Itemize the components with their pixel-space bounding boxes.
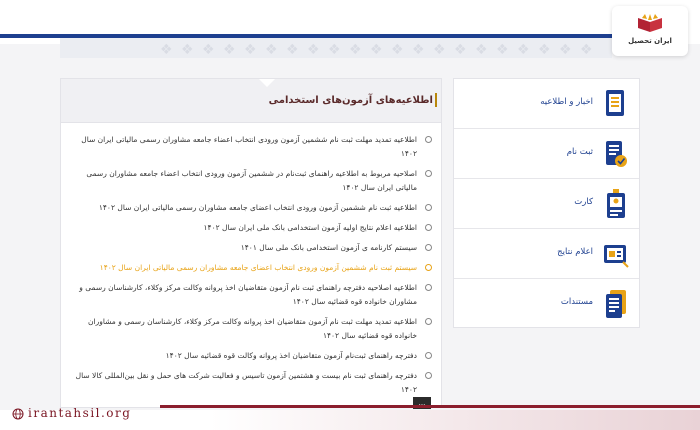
news-item[interactable]: اطلاعیه تمدید مهلت ثبت نام ششمین آزمون و… [61, 133, 441, 161]
news-item-text[interactable]: اطلاعیه ثبت نام ششمین آزمون ورودی انتخاب… [99, 203, 417, 212]
book-logo-icon [638, 14, 662, 32]
bullet-icon [425, 372, 432, 379]
news-item[interactable]: اطلاعیه ثبت نام ششمین آزمون ورودی انتخاب… [61, 201, 441, 215]
logo-text: ایران تحصیل [628, 37, 672, 45]
news-item[interactable]: دفترچه راهنمای ثبت نام بیست و هشتمین آزم… [61, 369, 441, 397]
id-card-icon [607, 189, 625, 218]
news-list: اطلاعیه تمدید مهلت ثبت نام ششمین آزمون و… [61, 133, 441, 403]
bullet-icon [425, 264, 432, 271]
news-item[interactable]: اطلاعیه تمدید مهلت ثبت نام آزمون متقاضیا… [61, 315, 441, 343]
sidebar-item-register[interactable]: ثبت نام [454, 129, 639, 179]
sidebar-item-label: کارت [574, 197, 593, 207]
news-item-text[interactable]: اصلاحیه مربوط به اطلاعیه راهنمای ثبت‌نام… [86, 169, 417, 192]
announcements-panel: اطلاعیه‌های آزمون‌های استخدامی اطلاعیه ت… [60, 78, 442, 409]
sidebar-item-label: مستندات [560, 297, 593, 307]
bullet-icon [425, 352, 432, 359]
news-icon [606, 90, 624, 116]
news-item[interactable]: اصلاحیه مربوط به اطلاعیه راهنمای ثبت‌نام… [61, 167, 441, 195]
banner-pattern: ❖ ❖ ❖ ❖ ❖ ❖ ❖ ❖ ❖ ❖ ❖ ❖ ❖ ❖ ❖ ❖ ❖ ❖ ❖ ❖ … [160, 42, 595, 58]
news-item-text[interactable]: اطلاعیه اصلاحیه دفترچه راهنمای ثبت نام آ… [79, 283, 417, 306]
site-logo[interactable]: ایران تحصیل [612, 6, 688, 56]
panel-header: اطلاعیه‌های آزمون‌های استخدامی [61, 79, 441, 123]
globe-icon [12, 408, 24, 419]
page-title: اطلاعیه‌های آزمون‌های استخدامی [268, 95, 433, 106]
brand-text: irantahsil.org [28, 406, 132, 420]
bullet-icon [425, 244, 432, 251]
header-notch [259, 79, 275, 87]
news-item-text[interactable]: دفترچه راهنمای ثبت‌نام آزمون متقاضیان اخ… [166, 351, 417, 360]
sidebar-item-documents[interactable]: مستندات [454, 279, 639, 329]
news-item-text[interactable]: سیستم کارنامه ی آزمون استخدامی بانک ملی … [241, 243, 417, 252]
sidebar-item-label: اخبار و اطلاعیه [540, 97, 593, 107]
news-item[interactable]: اطلاعیه اعلام نتایج اولیه آزمون استخدامی… [61, 221, 441, 235]
sidebar: اخبار و اطلاعیه ثبت نام کارت اعلام نتایج… [453, 78, 640, 328]
brand-watermark: irantahsil.org [12, 406, 131, 424]
sidebar-item-label: اعلام نتایج [557, 247, 593, 257]
news-item-text[interactable]: سیستم ثبت نام ششمین آزمون ورودی انتخاب ا… [100, 263, 417, 272]
sidebar-item-label: ثبت نام [566, 147, 593, 157]
news-item[interactable]: سیستم کارنامه ی آزمون استخدامی بانک ملی … [61, 241, 441, 255]
news-item-text[interactable]: اطلاعیه اعلام نتایج اولیه آزمون استخدامی… [204, 223, 417, 232]
news-item-text[interactable]: اطلاعیه تمدید مهلت ثبت نام آزمون متقاضیا… [88, 317, 417, 340]
title-accent [435, 93, 437, 107]
sidebar-item-news[interactable]: اخبار و اطلاعیه [454, 79, 639, 129]
header-banner: ❖ ❖ ❖ ❖ ❖ ❖ ❖ ❖ ❖ ❖ ❖ ❖ ❖ ❖ ❖ ❖ ❖ ❖ ❖ ❖ … [60, 38, 612, 58]
news-item[interactable]: اطلاعیه اصلاحیه دفترچه راهنمای ثبت نام آ… [61, 281, 441, 309]
bullet-icon [425, 284, 432, 291]
sidebar-item-results[interactable]: اعلام نتایج [454, 229, 639, 279]
news-item-active[interactable]: سیستم ثبت نام ششمین آزمون ورودی انتخاب ا… [61, 261, 441, 275]
news-item[interactable]: دفترچه راهنمای ثبت‌نام آزمون متقاضیان اخ… [61, 349, 441, 363]
footer-accent-line [160, 405, 700, 408]
bullet-icon [425, 318, 432, 325]
bullet-icon [425, 170, 432, 177]
sidebar-item-card[interactable]: کارت [454, 179, 639, 229]
news-item-text[interactable]: اطلاعیه تمدید مهلت ثبت نام ششمین آزمون و… [81, 135, 417, 158]
documents-icon [606, 290, 626, 318]
news-item-text[interactable]: دفترچه راهنمای ثبت نام بیست و هشتمین آزم… [76, 371, 417, 394]
bullet-icon [425, 136, 432, 143]
bullet-icon [425, 204, 432, 211]
results-icon [604, 245, 629, 268]
bullet-icon [425, 224, 432, 231]
register-icon [606, 141, 627, 167]
